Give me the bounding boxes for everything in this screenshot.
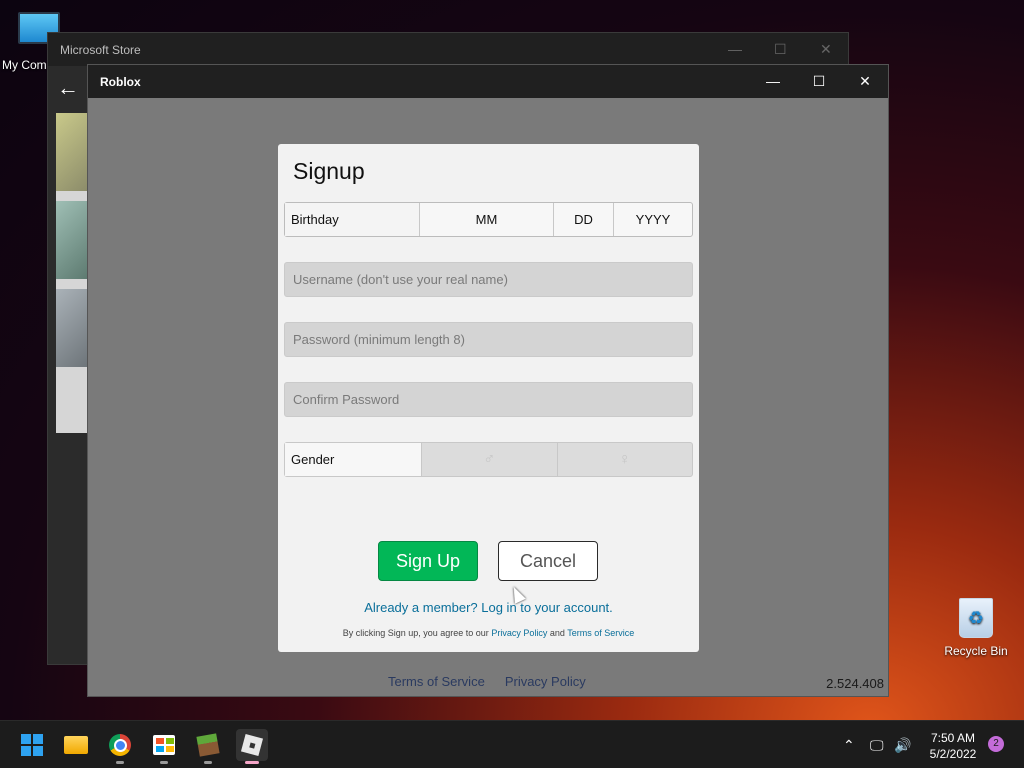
store-maximize-button[interactable]: ☐	[774, 41, 787, 58]
my-computer-label: My Com	[2, 58, 47, 72]
legal-notice: By clicking Sign up, you agree to our Pr…	[278, 628, 699, 638]
store-thumbnail[interactable]	[56, 289, 88, 367]
close-button[interactable]: ✕	[842, 65, 888, 98]
login-link[interactable]: Already a member? Log in to your account…	[278, 600, 699, 615]
windows-start-icon	[21, 734, 43, 756]
legal-terms-link[interactable]: Terms of Service	[567, 628, 634, 638]
gender-label: Gender	[285, 443, 422, 476]
signup-dialog: Signup Birthday MM DD YYYY Username (don…	[278, 144, 699, 652]
store-thumbnail-strip	[56, 113, 88, 433]
chrome-icon	[109, 734, 131, 756]
network-icon[interactable]: 🖵	[870, 721, 884, 768]
store-icon	[153, 735, 175, 755]
microsoft-store-button[interactable]	[148, 729, 180, 764]
footer-terms-link[interactable]: Terms of Service	[388, 674, 485, 689]
taskbar: ⌃ 🖵 🔊 7:50 AM 5/2/2022	[0, 720, 1024, 768]
clock-date: 5/2/2022	[929, 747, 977, 761]
roblox-icon	[240, 733, 264, 757]
store-close-button[interactable]: ✕	[820, 41, 832, 58]
minecraft-button[interactable]	[192, 729, 224, 764]
store-window-title: Microsoft Store	[60, 42, 141, 57]
minimize-button[interactable]: —	[750, 65, 796, 98]
birthday-year-select[interactable]: YYYY	[614, 203, 692, 236]
username-input[interactable]: Username (don't use your real name)	[284, 262, 693, 297]
maximize-button[interactable]: ☐	[796, 65, 842, 98]
legal-privacy-link[interactable]: Privacy Policy	[491, 628, 547, 638]
store-title-bar: Microsoft Store — ☐ ✕	[48, 33, 848, 66]
roblox-taskbar-button[interactable]	[236, 729, 268, 764]
recycle-bin-label: Recycle Bin	[944, 644, 1008, 658]
birthday-day-select[interactable]: DD	[554, 203, 614, 236]
gender-male-icon[interactable]: ♂	[422, 443, 557, 476]
version-number: 2.524.408	[826, 676, 884, 691]
roblox-title-bar: Roblox — ☐ ✕	[88, 65, 888, 98]
store-minimize-button[interactable]: —	[728, 41, 742, 57]
sign-up-button[interactable]: Sign Up	[378, 541, 478, 581]
roblox-window[interactable]: Roblox — ☐ ✕ Signup Birthday MM DD YYYY …	[87, 64, 889, 697]
notification-badge[interactable]: 2	[988, 736, 1004, 752]
recycle-bin-desktop-icon[interactable]: ♻ Recycle Bin	[944, 596, 1008, 658]
chrome-button[interactable]	[104, 729, 136, 764]
footer-privacy-link[interactable]: Privacy Policy	[505, 674, 586, 689]
roblox-window-title: Roblox	[100, 74, 141, 89]
folder-icon	[64, 736, 88, 754]
signup-title: Signup	[293, 158, 365, 184]
back-arrow-icon[interactable]: ←	[48, 71, 88, 107]
legal-prefix: By clicking Sign up, you agree to our	[342, 628, 489, 638]
store-thumbnail[interactable]	[56, 113, 88, 191]
legal-and: and	[549, 628, 565, 638]
file-explorer-button[interactable]	[60, 729, 92, 761]
confirm-password-input[interactable]: Confirm Password	[284, 382, 693, 417]
taskbar-clock[interactable]: 7:50 AM 5/2/2022	[920, 730, 986, 762]
cancel-button[interactable]: Cancel	[498, 541, 598, 581]
birthday-row: Birthday MM DD YYYY	[284, 202, 693, 237]
volume-icon[interactable]: 🔊	[894, 721, 911, 768]
recycle-bin-icon: ♻	[959, 598, 993, 638]
footer-links: Terms of Service Privacy Policy	[388, 674, 586, 689]
birthday-month-select[interactable]: MM	[420, 203, 554, 236]
show-hidden-icons-chevron-icon[interactable]: ⌃	[843, 721, 855, 768]
roblox-content: Signup Birthday MM DD YYYY Username (don…	[88, 98, 888, 698]
gender-row: Gender ♂ ♀	[284, 442, 693, 477]
store-thumbnail[interactable]	[56, 201, 88, 279]
gender-female-icon[interactable]: ♀	[556, 443, 693, 476]
birthday-label: Birthday	[285, 203, 420, 236]
clock-time: 7:50 AM	[930, 731, 976, 745]
start-button[interactable]	[16, 729, 48, 761]
password-input[interactable]: Password (minimum length 8)	[284, 322, 693, 357]
minecraft-icon	[196, 733, 220, 757]
